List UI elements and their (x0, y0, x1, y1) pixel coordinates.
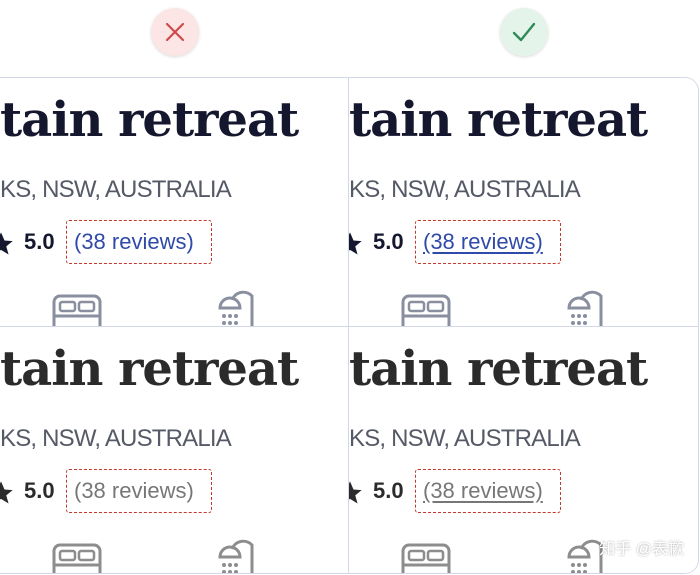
panel-correct-default: tain retreat KS, NSW, AUSTRALIA 5.0 (38 … (349, 78, 698, 326)
correct-badge (500, 8, 548, 56)
bed-icon (52, 294, 102, 326)
listing-location: KS, NSW, AUSTRALIA (349, 425, 581, 452)
listing-title: tain retreat (0, 341, 299, 397)
listing-title: tain retreat (0, 92, 299, 148)
watermark: 知乎 @表歉 (599, 541, 684, 558)
shower-icon (567, 290, 603, 326)
x-icon (165, 22, 185, 42)
incorrect-badge (151, 8, 199, 56)
listing-location: KS, NSW, AUSTRALIA (0, 176, 232, 203)
panel-incorrect-default: tain retreat KS, NSW, AUSTRALIA 5.0 (38 … (0, 78, 348, 326)
reviews-link[interactable]: (38 reviews) (74, 229, 194, 255)
bed-icon (401, 543, 451, 573)
reviews-link[interactable]: (38 reviews) (74, 478, 194, 504)
rating-value: 5.0 (24, 478, 55, 503)
star-icon (0, 232, 13, 255)
shower-icon (218, 290, 254, 326)
listing-location: KS, NSW, AUSTRALIA (0, 425, 232, 452)
comparison-grid: tain retreat KS, NSW, AUSTRALIA 5.0 (38 … (0, 77, 699, 574)
reviews-link[interactable]: (38 reviews) (423, 478, 543, 504)
rating-value: 5.0 (373, 478, 404, 503)
bed-icon (52, 543, 102, 573)
shower-icon (218, 539, 254, 573)
bed-icon (401, 294, 451, 326)
star-icon (0, 481, 13, 504)
check-icon (512, 22, 536, 42)
rating-value: 5.0 (24, 229, 55, 254)
grid-divider-horizontal (0, 326, 698, 327)
listing-title: tain retreat (349, 341, 648, 397)
star-icon (349, 481, 362, 504)
panel-incorrect-grayscale: tain retreat KS, NSW, AUSTRALIA 5.0 (38 … (0, 327, 348, 573)
listing-title: tain retreat (349, 92, 648, 148)
star-icon (349, 232, 362, 255)
listing-location: KS, NSW, AUSTRALIA (349, 176, 581, 203)
reviews-link[interactable]: (38 reviews) (423, 229, 543, 255)
rating-value: 5.0 (373, 229, 404, 254)
